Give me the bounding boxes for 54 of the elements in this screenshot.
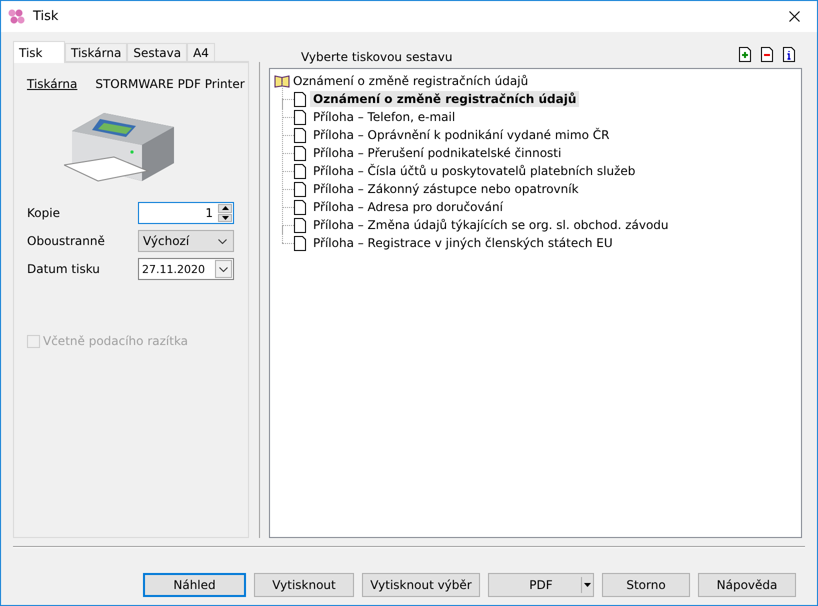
field-label: Datum tisku [27, 262, 101, 276]
tree-item[interactable]: Příloha – Čísla účtů u poskytovatelů platebních služeb [310, 163, 638, 179]
report-list-header: Vyberte tiskovou sestavu [301, 49, 454, 64]
document-icon [294, 200, 306, 214]
action-button[interactable]: Vytisknout výběr [362, 573, 480, 597]
document-icon [294, 110, 306, 124]
app-icon [8, 9, 25, 24]
tree-item[interactable]: Příloha – Telefon, e-mail [310, 109, 458, 125]
info-icon[interactable] [783, 46, 795, 62]
field-label: Oboustranně [27, 234, 106, 248]
spin-up-button[interactable] [218, 204, 232, 212]
document-icon [294, 182, 306, 196]
tree-item[interactable]: Příloha – Oprávnění k podnikání vydané mimo ČR [310, 127, 612, 143]
tree-root-label[interactable]: Oznámení o změně registračních údajů [293, 74, 528, 88]
spin-down-button[interactable] [218, 214, 232, 222]
pdf-split-button[interactable]: PDF [488, 573, 594, 597]
document-icon [294, 146, 306, 160]
tree-item[interactable]: Příloha – Adresa pro doručování [310, 199, 506, 215]
down-arrow-icon [222, 216, 228, 220]
document-icon [294, 218, 306, 232]
dropdown-arrow-icon [584, 583, 591, 587]
copies-input[interactable]: 1 [139, 203, 217, 223]
tree-item[interactable]: Oznámení o změně registračních údajů [310, 91, 580, 107]
tree-item[interactable]: Příloha – Přerušení podnikatelské činnosti [310, 145, 564, 161]
field-label: Kopie [27, 206, 61, 220]
tab[interactable]: Tiskárna [65, 43, 128, 62]
preview-button[interactable]: Náhled [143, 573, 246, 597]
close-icon [788, 11, 800, 22]
tree-item[interactable]: Příloha – Zákonný zástupce nebo opatrovník [310, 181, 582, 197]
tree-item[interactable]: Příloha – Registrace v jiných členských státech EU [310, 235, 616, 251]
printer-name: STORMWARE PDF Printer [95, 77, 245, 91]
chevron-down-icon [219, 266, 228, 272]
up-arrow-icon [222, 206, 228, 210]
add-icon[interactable] [739, 46, 751, 62]
date-picker[interactable]: 27.11.2020 [138, 258, 234, 280]
book-icon [274, 74, 290, 88]
document-icon [294, 92, 306, 106]
chevron-down-icon [218, 238, 227, 244]
action-button[interactable]: Nápověda [698, 573, 796, 597]
tab[interactable]: Sestava [127, 43, 188, 62]
calendar-dropdown-button[interactable] [215, 260, 232, 278]
tab[interactable]: Tisk [13, 41, 65, 63]
remove-icon[interactable] [761, 46, 773, 62]
document-icon [294, 128, 306, 142]
document-icon [294, 164, 306, 178]
action-button[interactable]: Vytisknout [254, 573, 354, 597]
duplex-dropdown[interactable]: Výchozí [138, 230, 234, 252]
tab[interactable]: A4 [187, 43, 215, 62]
printer-link[interactable]: Tiskárna [27, 77, 78, 91]
copies-spinner[interactable]: 1 [138, 202, 234, 224]
window-title: Tisk [33, 9, 60, 24]
tree-item[interactable]: Příloha – Změna údajů týkajících se org. sl. obchod. závodu [310, 217, 672, 233]
document-icon [294, 236, 306, 250]
action-button[interactable]: Storno [602, 573, 690, 597]
